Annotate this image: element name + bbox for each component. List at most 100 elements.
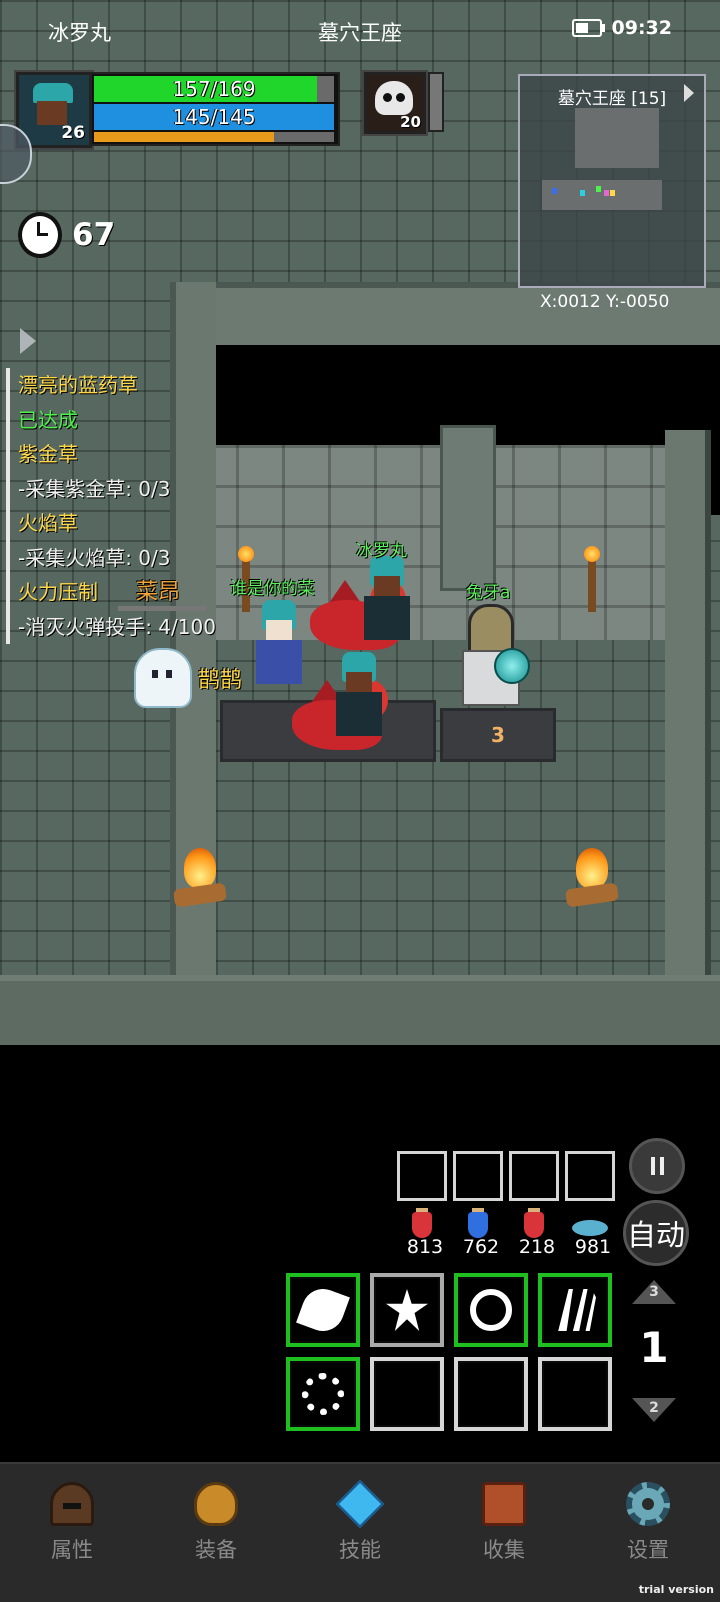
minimap-ally-dot [596, 186, 601, 192]
pedestal-number: 3 [491, 723, 505, 747]
campfire-icon [565, 848, 619, 912]
pet-portrait[interactable]: 20 [362, 70, 428, 136]
red-potion-icon [524, 1212, 544, 1238]
nav-label: 装备 [195, 1538, 237, 1562]
item-count: 762 [462, 1236, 500, 1258]
dungeon-wall-bottom [0, 975, 720, 1045]
ally-character-sprite[interactable] [250, 600, 308, 690]
minimap-ally-dot [604, 190, 609, 196]
nav-label: 属性 [51, 1538, 93, 1562]
campfire-icon [173, 848, 227, 912]
pot-icon [194, 1482, 238, 1526]
red-potion-slot[interactable]: 218 [512, 1208, 556, 1258]
pause-icon [650, 1157, 664, 1175]
auto-label: 自动 [626, 1218, 685, 1252]
nav-label: 设置 [627, 1538, 669, 1562]
gear-icon [626, 1482, 670, 1526]
timer-value: 67 [72, 217, 116, 253]
skill-slot[interactable] [538, 1273, 612, 1347]
quest-status: 已达成 [18, 407, 78, 432]
skill-slot[interactable] [286, 1357, 360, 1431]
quest-objective: -采集紫金草: 0/3 [18, 476, 171, 501]
dungeon-wall-right [665, 430, 711, 990]
auto-battle-button[interactable]: 自动 [623, 1200, 689, 1266]
teal-orb-icon [494, 648, 530, 684]
burst-skill-icon [386, 1289, 428, 1331]
red-potion-icon [412, 1212, 432, 1238]
nav-skills[interactable]: 技能 [288, 1464, 432, 1602]
skill-page-current: 1 [639, 1323, 669, 1372]
blue-potion-slot[interactable]: 762 [456, 1208, 500, 1258]
pet-hp-bar [428, 72, 444, 132]
player-character-sprite[interactable] [358, 556, 416, 646]
quest-tracker[interactable]: 漂亮的蓝药草 已达成 紫金草 -采集紫金草: 0/3 火焰草 -采集火焰草: 0… [6, 368, 216, 644]
quick-slot-empty[interactable] [453, 1151, 503, 1201]
player-stat-bars: 157/169 145/145 [90, 72, 340, 146]
fish-icon [572, 1220, 608, 1236]
nav-label: 收集 [483, 1538, 525, 1562]
ghost-pet-sprite[interactable] [134, 648, 192, 708]
nav-label: 技能 [339, 1538, 381, 1562]
helmet-icon [50, 1482, 94, 1526]
skill-slot-empty[interactable] [454, 1357, 528, 1431]
fish-slot[interactable]: 981 [568, 1208, 612, 1258]
hp-bar: 157/169 [94, 76, 334, 102]
hp-text: 157/169 [172, 77, 256, 101]
minimap-expand-icon[interactable] [684, 84, 694, 102]
pet-level: 20 [400, 113, 421, 131]
skull-icon [375, 81, 413, 115]
skill-slot[interactable] [286, 1273, 360, 1347]
nameplate-ally: 鹊鹊 [198, 668, 243, 693]
alarm-clock-icon [18, 212, 62, 258]
nav-attributes[interactable]: 属性 [0, 1464, 144, 1602]
minimap-ally-dot [610, 190, 615, 196]
clock-time: 09:32 [611, 17, 672, 39]
pause-button[interactable] [629, 1138, 685, 1194]
nav-settings[interactable]: 设置 [576, 1464, 720, 1602]
gem-icon [335, 1479, 385, 1529]
timer: 67 [18, 212, 115, 258]
quest-collapse-icon[interactable] [20, 328, 36, 354]
nav-collection[interactable]: 收集 [432, 1464, 576, 1602]
skill-slot[interactable] [454, 1273, 528, 1347]
player-level: 26 [61, 123, 85, 143]
skill-slot[interactable] [370, 1273, 444, 1347]
minimap-player-dot [552, 188, 557, 194]
skill-page-down-button[interactable]: 2 [630, 1398, 678, 1426]
minimap-room [575, 108, 659, 168]
skill-page-up-button[interactable]: 3 [630, 1280, 678, 1308]
quest-title: 火力压制 [18, 580, 98, 604]
red-potion-slot[interactable]: 813 [400, 1208, 444, 1258]
mp-text: 145/145 [172, 105, 256, 129]
minimap[interactable]: 墓穴王座 [15] [518, 74, 706, 288]
trial-watermark: trial version [638, 1583, 714, 1596]
wall-torch-icon [584, 546, 600, 612]
xp-bar [94, 132, 334, 142]
map-coordinates: X:0012 Y:-0050 [540, 292, 670, 312]
wall-alcove [440, 425, 496, 591]
quick-slot-empty[interactable] [565, 1151, 615, 1201]
minimap-ally-dot [580, 190, 585, 196]
quick-slot-empty[interactable] [397, 1151, 447, 1201]
quest-title: 紫金草 [18, 442, 78, 466]
quick-slot-empty[interactable] [509, 1151, 559, 1201]
page-up-label: 3 [649, 1284, 659, 1300]
skill-slot-empty[interactable] [538, 1357, 612, 1431]
swirl-skill-icon [470, 1289, 512, 1331]
mp-bar: 145/145 [94, 104, 334, 130]
nameplate-ally: 兔牙a [466, 583, 511, 603]
bottom-nav: 属性 装备 技能 收集 设置 [0, 1462, 720, 1602]
pedestal-right: 3 [440, 708, 556, 762]
nav-equipment[interactable]: 装备 [144, 1464, 288, 1602]
minimap-title: 墓穴王座 [15] [557, 89, 667, 109]
minimap-room [542, 180, 662, 210]
leaf-skill-icon [296, 1283, 350, 1337]
quest-objective: -采集火焰草: 0/3 [18, 545, 171, 570]
item-count: 218 [518, 1236, 556, 1258]
ally-character-sprite[interactable] [330, 652, 388, 742]
skill-slot-empty[interactable] [370, 1357, 444, 1431]
ring-skill-icon [302, 1373, 344, 1415]
nameplate-player: 冰罗丸 [356, 541, 407, 561]
item-count: 981 [574, 1236, 612, 1258]
blue-potion-icon [468, 1212, 488, 1238]
